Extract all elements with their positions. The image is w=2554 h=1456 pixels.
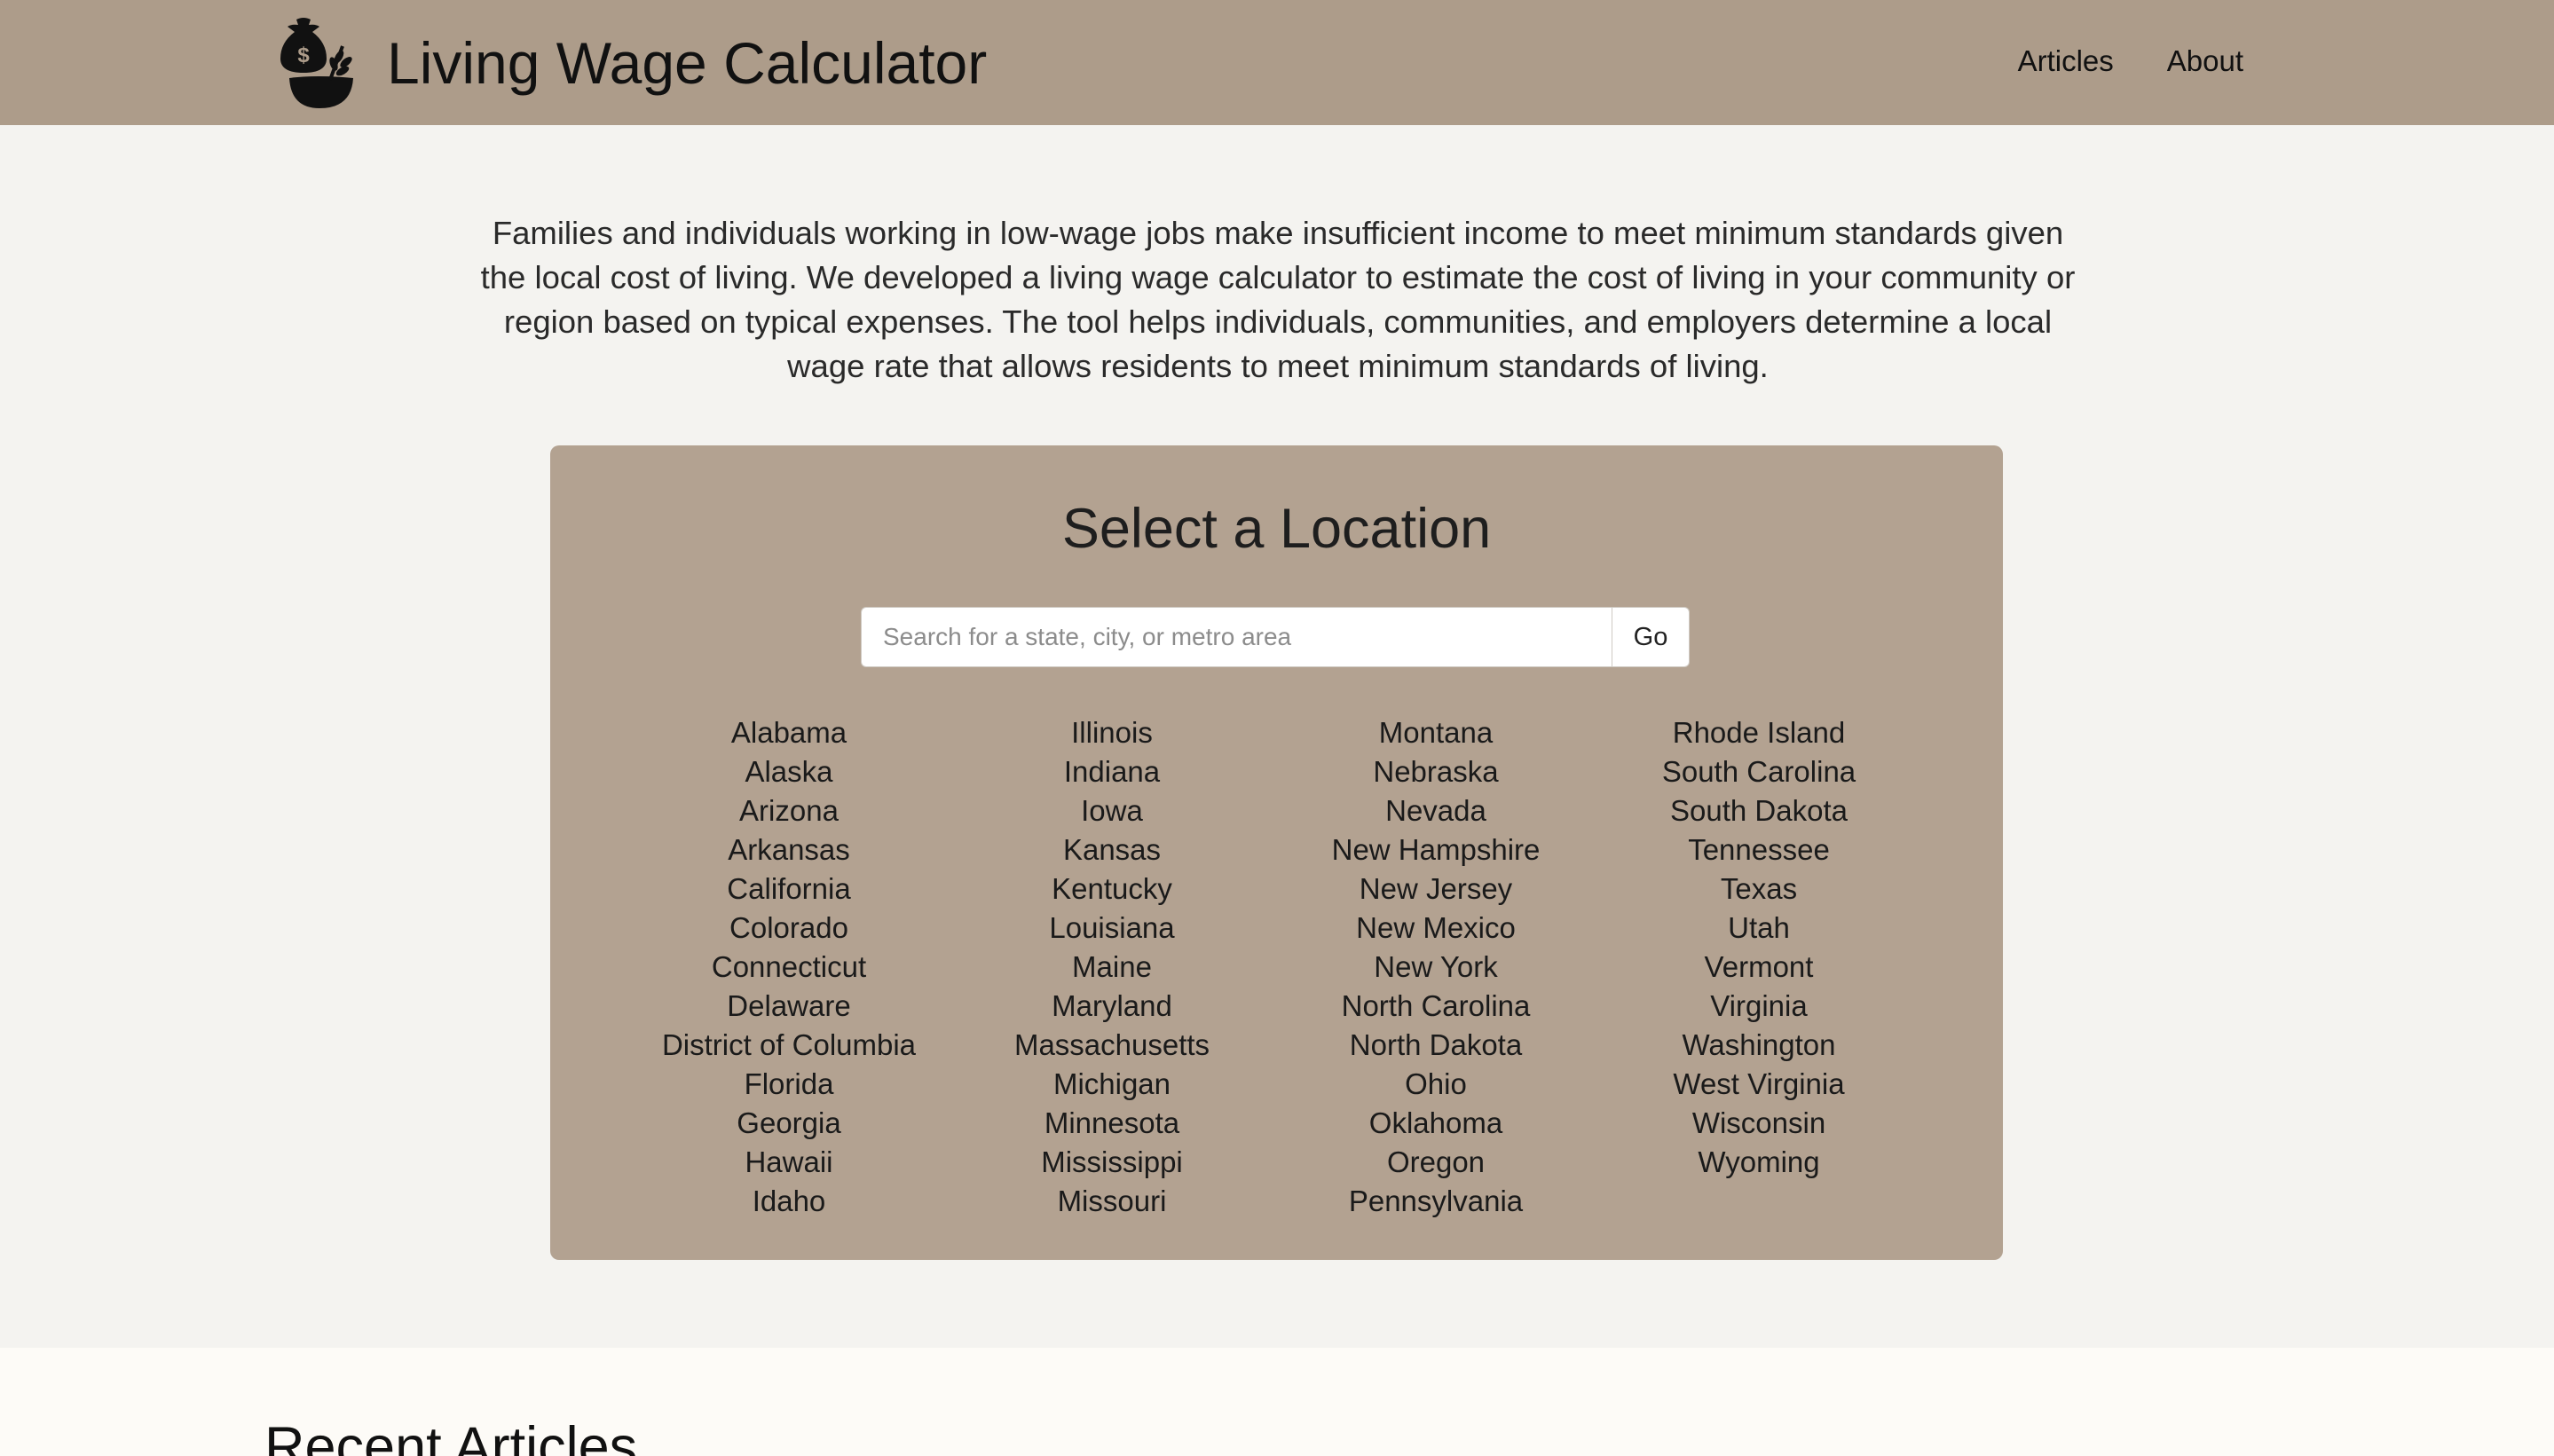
state-column-3: Montana Nebraska Nevada New Hampshire New Je… — [1276, 713, 1596, 1221]
money-bag-wheat-bowl-icon: $ — [280, 18, 353, 108]
brand[interactable]: $ Living Wage Calculator — [277, 14, 987, 112]
state-link[interactable]: Oregon — [1276, 1143, 1596, 1182]
state-link[interactable]: Georgia — [629, 1104, 949, 1143]
state-column-4: Rhode Island South Carolina South Dakota Te… — [1599, 713, 1919, 1182]
nav-articles[interactable]: Articles — [2018, 44, 2114, 78]
location-search: Go — [861, 607, 1690, 667]
recent-articles-title: Recent Articles — [264, 1416, 638, 1456]
state-link[interactable]: Wisconsin — [1599, 1104, 1919, 1143]
state-link[interactable]: Nevada — [1276, 791, 1596, 830]
location-search-input[interactable] — [861, 607, 1612, 667]
state-column-1: Alabama Alaska Arizona Arkansas California Co… — [629, 713, 949, 1221]
state-link[interactable]: Montana — [1276, 713, 1596, 752]
state-link[interactable]: Tennessee — [1599, 830, 1919, 870]
state-link[interactable]: New York — [1276, 948, 1596, 987]
state-link[interactable]: Missouri — [952, 1182, 1272, 1221]
state-link[interactable]: Virginia — [1599, 987, 1919, 1026]
state-link[interactable]: Louisiana — [952, 909, 1272, 948]
state-link[interactable]: Delaware — [629, 987, 949, 1026]
state-link[interactable]: North Dakota — [1276, 1026, 1596, 1065]
state-link[interactable]: Wyoming — [1599, 1143, 1919, 1182]
state-link[interactable]: Connecticut — [629, 948, 949, 987]
state-link[interactable]: Massachusetts — [952, 1026, 1272, 1065]
state-link[interactable]: Colorado — [629, 909, 949, 948]
state-link[interactable]: Oklahoma — [1276, 1104, 1596, 1143]
state-link[interactable]: New Mexico — [1276, 909, 1596, 948]
state-column-2: Illinois Indiana Iowa Kansas Kentucky Louisia… — [952, 713, 1272, 1221]
nav-about[interactable]: About — [2167, 44, 2243, 78]
site-title[interactable]: Living Wage Calculator — [387, 29, 987, 97]
state-link[interactable]: Minnesota — [952, 1104, 1272, 1143]
state-link[interactable]: Washington — [1599, 1026, 1919, 1065]
svg-text:$: $ — [297, 43, 310, 67]
state-link[interactable]: Mississippi — [952, 1143, 1272, 1182]
state-link[interactable]: Iowa — [952, 791, 1272, 830]
state-link[interactable]: Florida — [629, 1065, 949, 1104]
state-link[interactable]: Utah — [1599, 909, 1919, 948]
state-link[interactable]: New Jersey — [1276, 870, 1596, 909]
state-link[interactable]: South Dakota — [1599, 791, 1919, 830]
state-link[interactable]: Maine — [952, 948, 1272, 987]
state-link[interactable]: North Carolina — [1276, 987, 1596, 1026]
state-link[interactable]: South Carolina — [1599, 752, 1919, 791]
recent-articles-section: Recent Articles — [0, 1348, 2554, 1456]
state-link[interactable]: Arizona — [629, 791, 949, 830]
state-link[interactable]: Kentucky — [952, 870, 1272, 909]
state-link[interactable]: Illinois — [952, 713, 1272, 752]
main-nav: Articles About — [2018, 44, 2243, 78]
state-link[interactable]: West Virginia — [1599, 1065, 1919, 1104]
state-link[interactable]: Alaska — [629, 752, 949, 791]
state-link[interactable]: Texas — [1599, 870, 1919, 909]
state-link[interactable]: Vermont — [1599, 948, 1919, 987]
state-link[interactable]: Idaho — [629, 1182, 949, 1221]
intro-text: Families and individuals working in low-… — [480, 215, 2076, 384]
state-link[interactable]: Rhode Island — [1599, 713, 1919, 752]
state-link[interactable]: Hawaii — [629, 1143, 949, 1182]
state-link[interactable]: New Hampshire — [1276, 830, 1596, 870]
state-link[interactable]: Kansas — [952, 830, 1272, 870]
state-link[interactable]: California — [629, 870, 949, 909]
state-link[interactable]: District of Columbia — [629, 1026, 949, 1065]
state-link[interactable]: Ohio — [1276, 1065, 1596, 1104]
state-link[interactable]: Indiana — [952, 752, 1272, 791]
state-link[interactable]: Pennsylvania — [1276, 1182, 1596, 1221]
state-link[interactable]: Alabama — [629, 713, 949, 752]
state-link[interactable]: Maryland — [952, 987, 1272, 1026]
go-button[interactable]: Go — [1612, 607, 1690, 667]
location-title: Select a Location — [1061, 498, 1492, 560]
location-panel: Select a Location Go AlabamaAlaskaArizon… — [550, 445, 2003, 1260]
site-header: $ Living Wage Calculator Articles About — [0, 0, 2554, 125]
state-link[interactable]: Arkansas — [629, 830, 949, 870]
state-link[interactable]: Nebraska — [1276, 752, 1596, 791]
state-link[interactable]: Michigan — [952, 1065, 1272, 1104]
